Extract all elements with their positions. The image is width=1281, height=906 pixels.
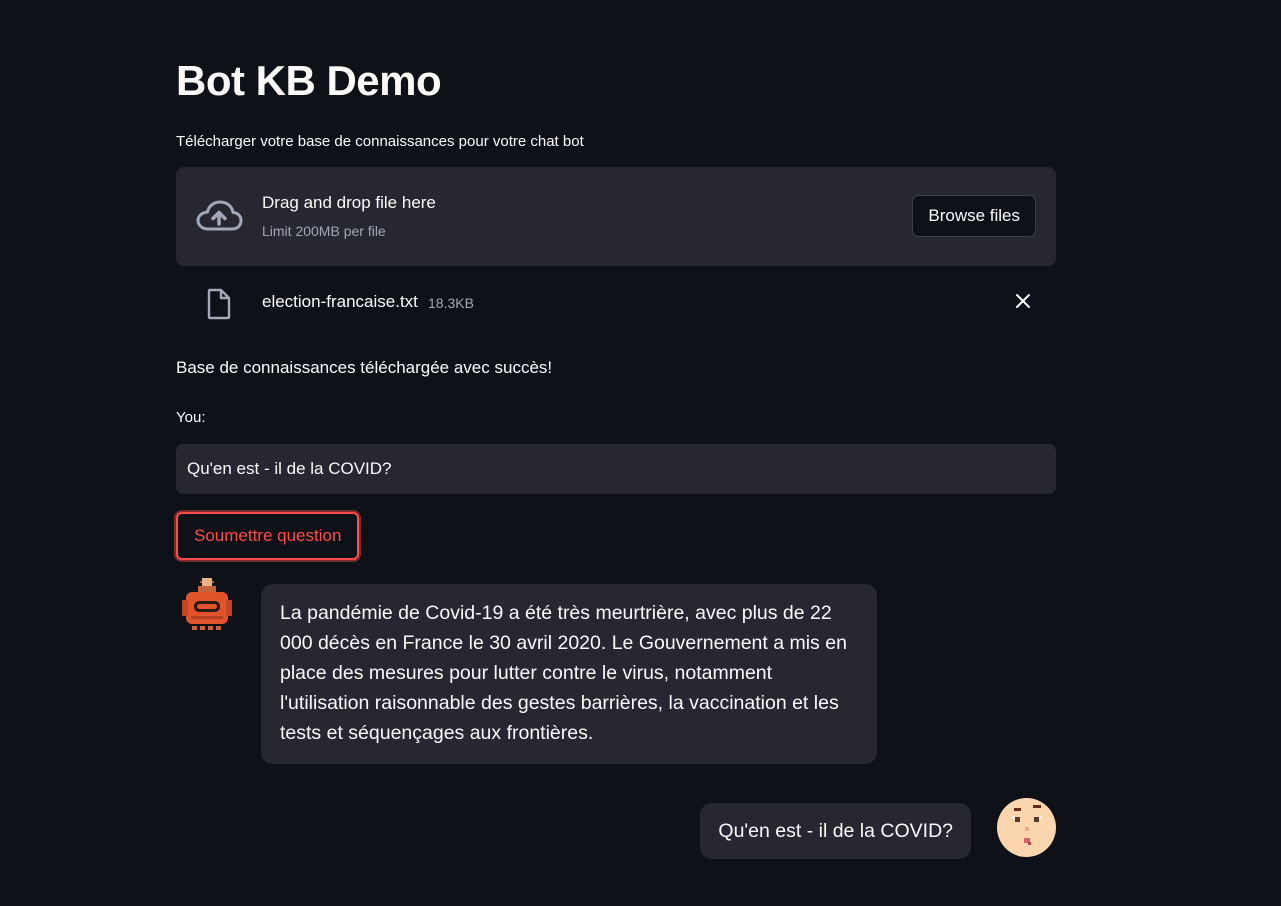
question-input[interactable] [176,444,1056,494]
upload-success-message: Base de connaissances téléchargée avec s… [176,358,553,377]
bot-message: La pandémie de Covid-19 a été très meurt… [261,584,877,764]
browse-files-button[interactable]: Browse files [912,195,1036,237]
file-icon [207,288,231,320]
dropzone-instructions: Drag and drop file here [262,193,436,212]
uploader-label: Télécharger votre base de connaissances … [176,133,584,150]
user-face-avatar [997,798,1056,857]
question-label: You: [176,409,206,426]
user-message: Qu'en est - il de la COVID? [700,803,971,859]
dropzone-limit: Limit 200MB per file [262,223,386,239]
close-icon[interactable] [1014,292,1032,310]
cloud-upload-icon [196,200,243,231]
page-title: Bot KB Demo [176,57,442,104]
submit-question-button[interactable]: Soumettre question [176,512,360,560]
uploaded-file-row: election-francaise.txt 18.3KB [176,285,1056,323]
file-dropzone[interactable]: Drag and drop file here Limit 200MB per … [176,167,1056,266]
uploaded-file-size: 18.3KB [428,295,474,311]
uploaded-file-name: election-francaise.txt [262,292,418,311]
robot-avatar [182,578,232,630]
